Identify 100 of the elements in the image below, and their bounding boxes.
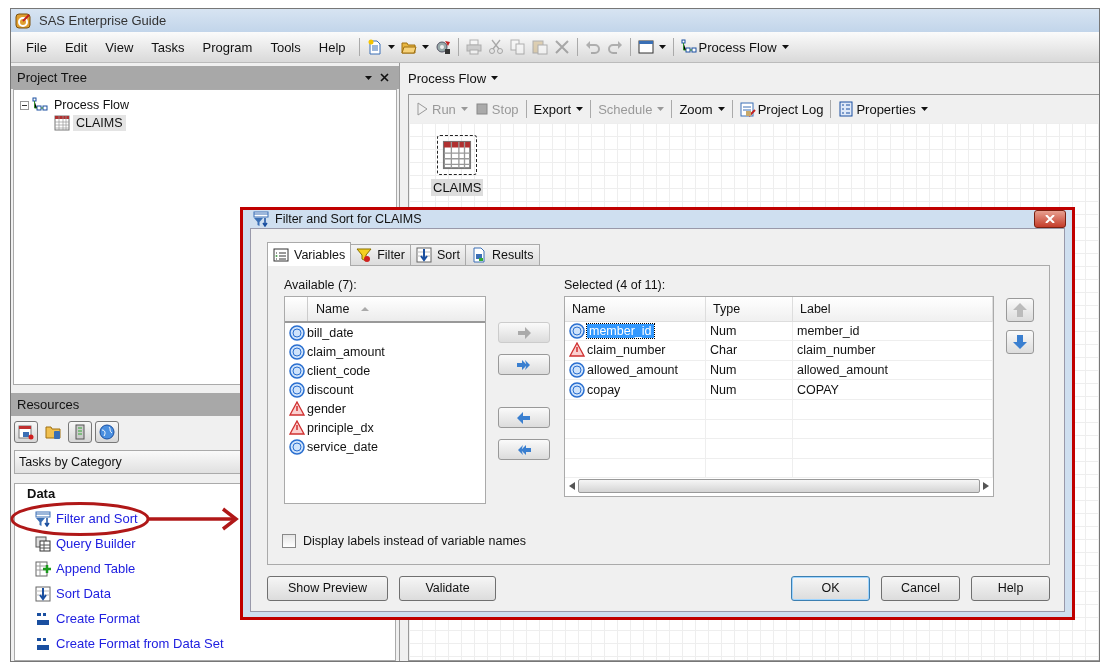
- view-button[interactable]: [68, 421, 92, 443]
- scrollbar-thumb[interactable]: [578, 479, 980, 494]
- server-icon: [72, 424, 88, 440]
- task-link[interactable]: Filter and Sort: [25, 506, 138, 531]
- task-link[interactable]: Query Builder: [25, 531, 136, 556]
- toolbar-button[interactable]: Project Log: [736, 99, 827, 119]
- numeric-variable-icon: [289, 438, 305, 455]
- task-link[interactable]: Sort Data: [25, 581, 111, 606]
- selected-table[interactable]: Name Type Label member_id Num member_id claim_number Char claim_number allowed_amount Num allowed_amount copay Num COPAY: [564, 296, 994, 497]
- toolbar-button[interactable]: Export: [530, 99, 587, 119]
- tree-item[interactable]: CLAIMS: [73, 115, 126, 131]
- dialog-button[interactable]: Help: [971, 575, 1050, 601]
- sort-icon: [35, 585, 51, 602]
- window-icon: [637, 39, 654, 55]
- funnel-icon: [356, 247, 373, 263]
- variable-name[interactable]: claim_number: [587, 343, 666, 358]
- menu-item[interactable]: Tools: [261, 37, 310, 57]
- table-cell: claim_number: [797, 343, 876, 358]
- properties-icon: [838, 101, 855, 117]
- available-list[interactable]: Name bill_date claim_amount client_code discount gender principle_dx service_date: [284, 296, 486, 504]
- scroll-left-icon[interactable]: [569, 482, 575, 491]
- menu-item[interactable]: Help: [309, 37, 355, 57]
- table-cell: COPAY: [797, 382, 839, 397]
- arrow-up-icon: [1012, 302, 1028, 318]
- menu-item[interactable]: View: [96, 37, 143, 57]
- caret-icon: [920, 107, 928, 111]
- variable-name[interactable]: bill_date: [307, 325, 354, 340]
- column-header[interactable]: Name: [565, 297, 706, 321]
- numeric-variable-icon: [569, 381, 585, 398]
- tree-item[interactable]: Process Flow: [51, 97, 133, 113]
- process-flow-tab[interactable]: Process Flow: [408, 70, 499, 86]
- menu-item[interactable]: Tasks: [142, 37, 194, 57]
- open-folder-icon: [400, 39, 417, 55]
- task-link[interactable]: Append Table: [25, 556, 136, 581]
- toolbar-button[interactable]: Properties: [835, 99, 931, 119]
- caret-icon: [781, 45, 789, 49]
- format-icon: [35, 610, 51, 627]
- task-list-icon: [18, 424, 34, 440]
- category-heading: Data: [27, 486, 57, 502]
- paste-icon: [531, 39, 548, 55]
- variable-name[interactable]: client_code: [307, 363, 371, 378]
- stop-icon: [473, 101, 490, 117]
- tab[interactable]: Sort: [409, 244, 466, 265]
- window-title: SAS Enterprise Guide: [39, 13, 167, 28]
- character-variable-icon: [289, 400, 305, 417]
- numeric-variable-icon: [569, 322, 585, 339]
- view-button[interactable]: [14, 421, 38, 443]
- numeric-variable-icon: [289, 381, 305, 398]
- menu-item[interactable]: Edit: [55, 37, 97, 57]
- move-button[interactable]: [498, 407, 550, 428]
- dialog-button[interactable]: Show Preview: [267, 575, 388, 601]
- copy-icon: [509, 39, 526, 55]
- tab[interactable]: Variables: [267, 242, 352, 266]
- move-down-button[interactable]: [1006, 330, 1034, 354]
- close-button[interactable]: [1034, 210, 1066, 228]
- run-icon: [414, 101, 430, 117]
- move-button[interactable]: [498, 439, 550, 460]
- delete-icon: [553, 39, 570, 55]
- menu-item[interactable]: File: [17, 37, 56, 57]
- view-button[interactable]: [95, 421, 119, 443]
- variable-name[interactable]: copay: [587, 382, 621, 397]
- dialog-title: Filter and Sort for CLAIMS: [275, 212, 423, 226]
- table-cell: Char: [710, 343, 738, 358]
- collapse-icon[interactable]: [20, 100, 29, 110]
- flowchart-icon: [32, 97, 48, 113]
- scissors-icon: [487, 39, 504, 55]
- variable-name[interactable]: discount: [307, 382, 354, 397]
- close-icon: [380, 73, 389, 82]
- column-header[interactable]: Label: [793, 297, 993, 321]
- caret-icon: [491, 76, 499, 80]
- task-link[interactable]: Create Format: [25, 606, 140, 631]
- tab[interactable]: Results: [464, 244, 540, 265]
- close-icon: [1045, 215, 1055, 223]
- variable-name[interactable]: claim_amount: [307, 344, 385, 359]
- variable-name[interactable]: allowed_amount: [587, 363, 679, 377]
- tab[interactable]: Filter: [350, 244, 411, 265]
- toolbar-button[interactable]: Zoom: [676, 99, 728, 119]
- scroll-right-icon[interactable]: [983, 482, 989, 491]
- table-cell: member_id: [797, 323, 860, 338]
- process-flow-button[interactable]: Process Flow: [677, 37, 792, 57]
- undo-icon: [584, 39, 601, 55]
- new-document-icon: [366, 39, 383, 55]
- column-header[interactable]: Type: [706, 297, 793, 321]
- task-link[interactable]: Create Format from Data Set: [25, 631, 224, 656]
- move-button[interactable]: [498, 354, 550, 375]
- character-variable-icon: [289, 419, 305, 436]
- checkbox-label[interactable]: Display labels instead of variable names: [303, 534, 527, 548]
- menu-item[interactable]: Program: [193, 37, 262, 57]
- checkbox[interactable]: [282, 534, 296, 548]
- dialog-button[interactable]: OK: [791, 575, 870, 601]
- arrow-right-icon: [516, 324, 532, 341]
- variable-name[interactable]: gender: [307, 401, 346, 416]
- flowchart-icon: [680, 39, 697, 55]
- list-label: Available (7):: [284, 278, 358, 294]
- caret-icon: [387, 45, 395, 49]
- dialog-button[interactable]: Validate: [399, 575, 496, 601]
- dialog-button[interactable]: Cancel: [881, 575, 960, 601]
- log-icon: [739, 101, 756, 117]
- numeric-variable-icon: [569, 362, 585, 378]
- variable-name[interactable]: principle_dx: [307, 420, 374, 435]
